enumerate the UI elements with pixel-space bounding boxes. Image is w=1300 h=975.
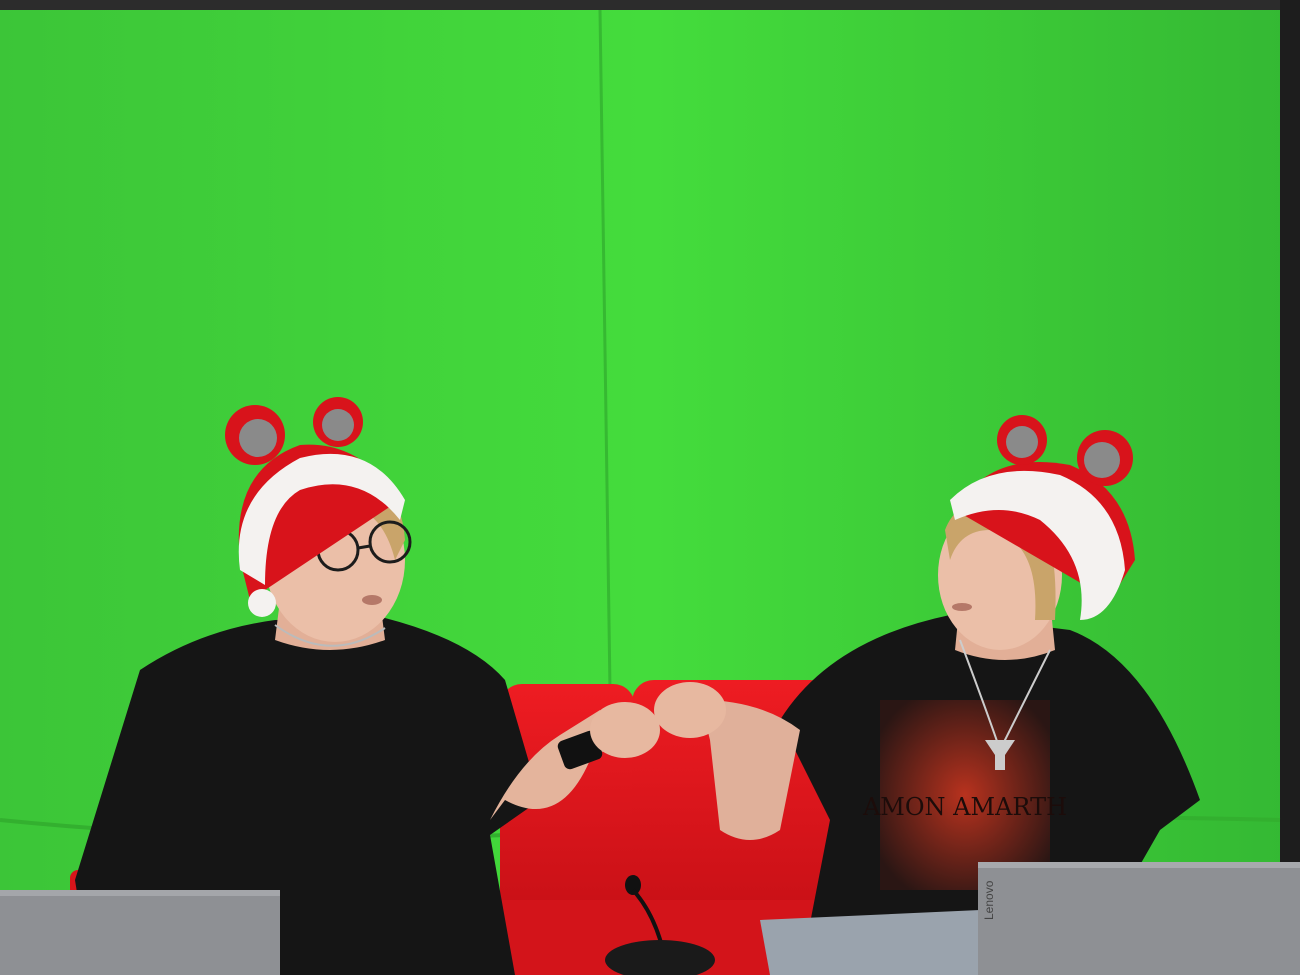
right-jeans bbox=[760, 910, 980, 975]
laptop-left bbox=[0, 890, 280, 975]
right-shirt-print-text: AMON AMARTH bbox=[862, 793, 1067, 821]
right-mouth bbox=[952, 603, 972, 611]
right-frame bbox=[1280, 0, 1300, 975]
laptop-brand-label: Lenovo bbox=[982, 880, 996, 920]
left-mouth bbox=[362, 595, 382, 605]
right-fist bbox=[654, 682, 726, 738]
top-frame bbox=[0, 0, 1300, 10]
photo-illustration: AMON AMARTH Lenovo bbox=[0, 0, 1300, 975]
laptop-right: Lenovo bbox=[978, 862, 1300, 975]
photo-scene: AMON AMARTH Lenovo bbox=[0, 0, 1300, 975]
left-fist bbox=[590, 702, 660, 758]
left-hat-pompom bbox=[248, 589, 276, 617]
